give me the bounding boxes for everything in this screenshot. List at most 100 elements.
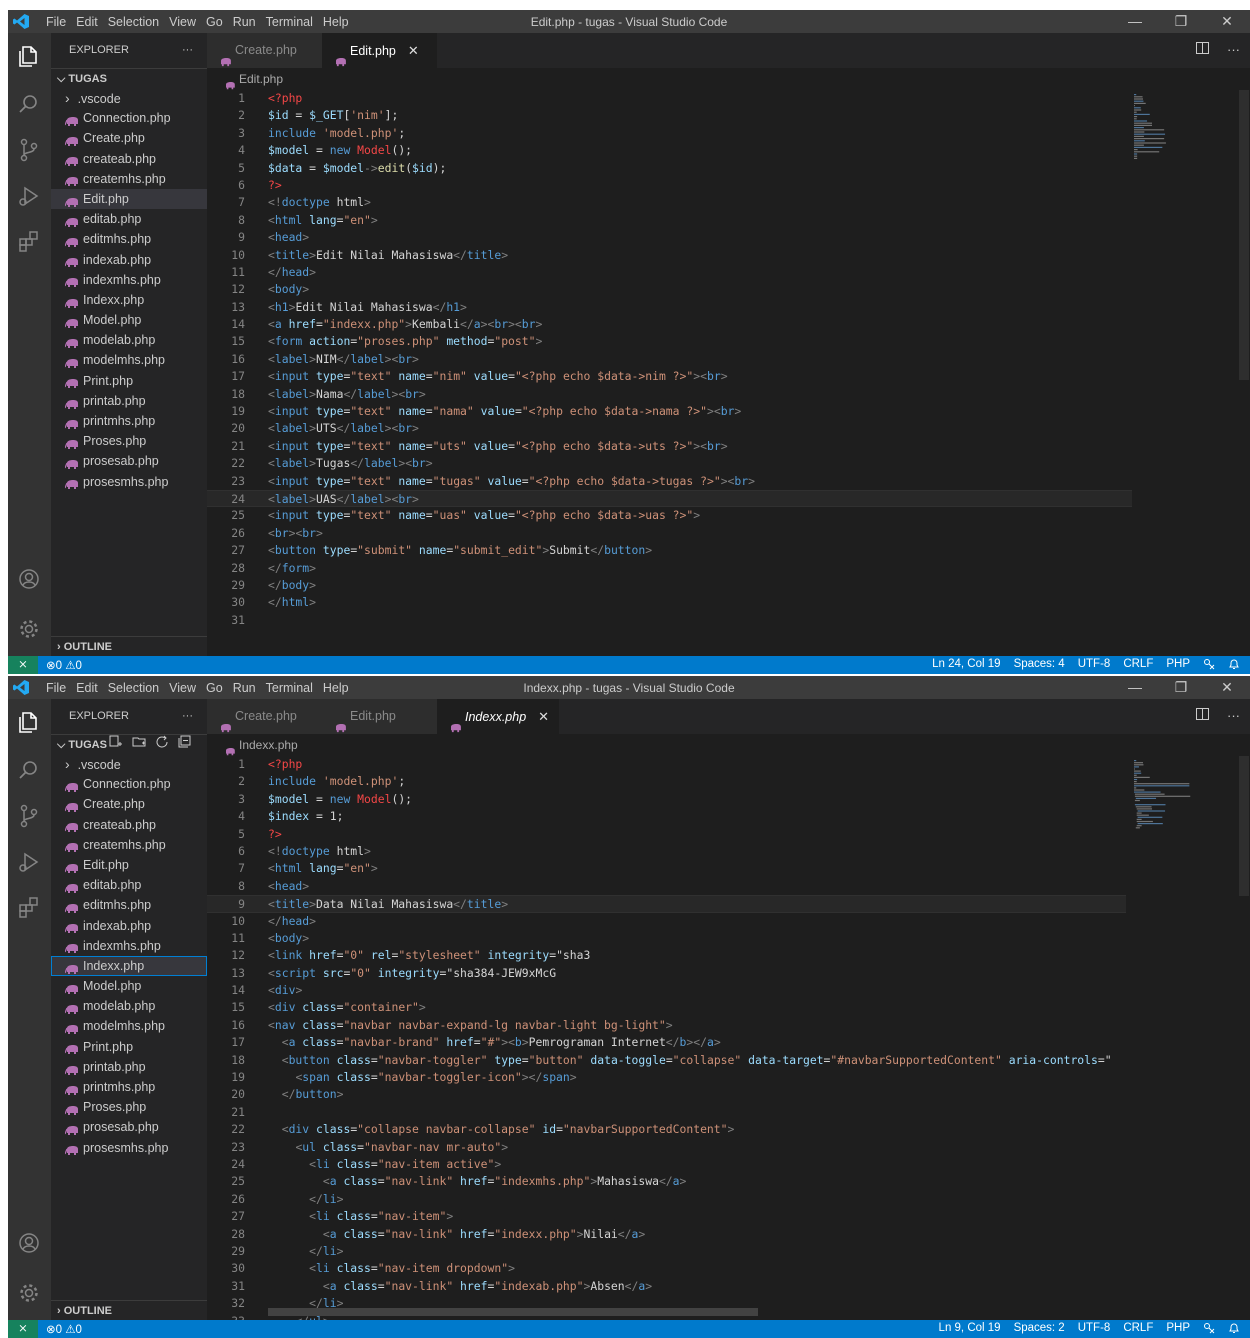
notifications-icon[interactable]: [1228, 658, 1240, 673]
outline-section-header[interactable]: › OUTLINE: [51, 1300, 207, 1320]
menu-item-go[interactable]: Go: [206, 15, 223, 29]
collapse-all-icon[interactable]: [178, 735, 192, 755]
menu-item-selection[interactable]: Selection: [108, 15, 159, 29]
run-debug-icon[interactable]: [16, 183, 42, 209]
cursor-position[interactable]: Ln 9, Col 19: [939, 1322, 1001, 1337]
file-item[interactable]: modelmhs.php: [51, 1016, 207, 1036]
cursor-position[interactable]: Ln 24, Col 19: [932, 658, 1000, 673]
file-item[interactable]: Proses.php: [51, 431, 207, 451]
tab-edit[interactable]: Edit.php ✕: [322, 33, 437, 68]
indentation[interactable]: Spaces: 4: [1014, 658, 1065, 673]
tab-edit[interactable]: Edit.php: [322, 699, 437, 734]
language-mode[interactable]: PHP: [1166, 658, 1190, 673]
file-item[interactable]: createab.php: [51, 149, 207, 169]
file-item[interactable]: editab.php: [51, 209, 207, 229]
explorer-icon[interactable]: [16, 709, 42, 735]
menu-item-run[interactable]: Run: [233, 681, 256, 695]
scrollbar-thumb[interactable]: [1239, 756, 1249, 896]
file-item[interactable]: modelmhs.php: [51, 350, 207, 370]
new-file-icon[interactable]: [109, 735, 123, 755]
notifications-icon[interactable]: [1228, 1322, 1240, 1337]
file-item[interactable]: Edit.php: [51, 188, 207, 210]
menu-item-go[interactable]: Go: [206, 681, 223, 695]
minimap[interactable]: [1134, 90, 1230, 656]
source-control-icon[interactable]: [16, 137, 42, 163]
menu-item-file[interactable]: File: [46, 681, 66, 695]
menu-item-view[interactable]: View: [169, 15, 196, 29]
language-mode[interactable]: PHP: [1166, 1322, 1190, 1337]
file-item[interactable]: Indexx.php: [51, 290, 207, 310]
extensions-icon[interactable]: [16, 229, 42, 255]
file-item[interactable]: modelab.php: [51, 996, 207, 1016]
minimize-button[interactable]: —: [1112, 676, 1158, 699]
menu-item-run[interactable]: Run: [233, 15, 256, 29]
folder-section-header[interactable]: ⌵ TUGAS: [51, 734, 207, 754]
file-item[interactable]: printmhs.php: [51, 411, 207, 431]
menu-item-file[interactable]: File: [46, 15, 66, 29]
restore-button[interactable]: ❐: [1158, 10, 1204, 33]
close-button[interactable]: ✕: [1204, 10, 1250, 33]
breadcrumb-file[interactable]: Edit.php: [239, 72, 283, 86]
file-item[interactable]: editab.php: [51, 875, 207, 895]
indentation[interactable]: Spaces: 2: [1014, 1322, 1065, 1337]
menu-item-edit[interactable]: Edit: [76, 681, 98, 695]
file-item[interactable]: Connection.php: [51, 108, 207, 128]
file-item[interactable]: Proses.php: [51, 1097, 207, 1117]
tab-create[interactable]: Create.php: [207, 699, 322, 734]
menu-item-edit[interactable]: Edit: [76, 15, 98, 29]
file-item[interactable]: createmhs.php: [51, 835, 207, 855]
tab-create[interactable]: Create.php: [207, 33, 322, 68]
more-actions-icon[interactable]: ···: [1227, 708, 1240, 723]
file-item[interactable]: editmhs.php: [51, 895, 207, 915]
menu-item-help[interactable]: Help: [323, 15, 349, 29]
file-item[interactable]: Indexx.php: [51, 955, 207, 977]
minimize-button[interactable]: —: [1112, 10, 1158, 33]
run-debug-icon[interactable]: [16, 849, 42, 875]
file-item[interactable]: Print.php: [51, 371, 207, 391]
remote-indicator-icon[interactable]: ⨯: [8, 656, 38, 674]
minimap[interactable]: [1134, 756, 1230, 1320]
file-item[interactable]: prosesmhs.php: [51, 1138, 207, 1158]
folder-item[interactable]: › .vscode: [51, 88, 207, 108]
close-button[interactable]: ✕: [1204, 676, 1250, 699]
encoding[interactable]: UTF-8: [1078, 1322, 1111, 1337]
tab-indexx[interactable]: Indexx.php ✕: [437, 699, 559, 734]
file-item[interactable]: printab.php: [51, 1057, 207, 1077]
search-icon[interactable]: [16, 757, 42, 783]
problems-indicator[interactable]: ⊗0 ⚠0: [46, 1322, 82, 1336]
file-item[interactable]: Create.php: [51, 128, 207, 148]
extensions-icon[interactable]: [16, 895, 42, 921]
file-item[interactable]: printab.php: [51, 391, 207, 411]
menu-item-selection[interactable]: Selection: [108, 681, 159, 695]
folder-item[interactable]: › .vscode: [51, 754, 207, 774]
file-item[interactable]: Create.php: [51, 794, 207, 814]
refresh-icon[interactable]: [155, 735, 169, 755]
file-item[interactable]: Print.php: [51, 1037, 207, 1057]
file-item[interactable]: Model.php: [51, 310, 207, 330]
file-item[interactable]: Edit.php: [51, 855, 207, 875]
file-item[interactable]: createab.php: [51, 815, 207, 835]
file-item[interactable]: indexab.php: [51, 916, 207, 936]
explorer-icon[interactable]: [16, 43, 42, 69]
line-ending[interactable]: CRLF: [1123, 1322, 1153, 1337]
vertical-scrollbar[interactable]: [1236, 90, 1250, 656]
file-item[interactable]: editmhs.php: [51, 229, 207, 249]
split-editor-icon[interactable]: [1196, 42, 1209, 57]
remote-indicator-icon[interactable]: ⨯: [8, 1320, 38, 1338]
horizontal-scrollbar[interactable]: [268, 1308, 758, 1316]
file-item[interactable]: createmhs.php: [51, 169, 207, 189]
feedback-icon[interactable]: [1203, 1322, 1215, 1337]
more-actions-icon[interactable]: ···: [182, 699, 193, 734]
search-icon[interactable]: [16, 91, 42, 117]
split-editor-icon[interactable]: [1196, 708, 1209, 723]
file-item[interactable]: modelab.php: [51, 330, 207, 350]
file-item[interactable]: prosesab.php: [51, 451, 207, 471]
file-item[interactable]: indexmhs.php: [51, 270, 207, 290]
accounts-icon[interactable]: [16, 566, 42, 592]
problems-indicator[interactable]: ⊗0 ⚠0: [46, 658, 82, 672]
source-control-icon[interactable]: [16, 803, 42, 829]
scrollbar-thumb[interactable]: [1239, 90, 1249, 380]
folder-section-header[interactable]: ⌵ TUGAS: [51, 68, 207, 88]
file-item[interactable]: indexmhs.php: [51, 936, 207, 956]
file-item[interactable]: Model.php: [51, 976, 207, 996]
